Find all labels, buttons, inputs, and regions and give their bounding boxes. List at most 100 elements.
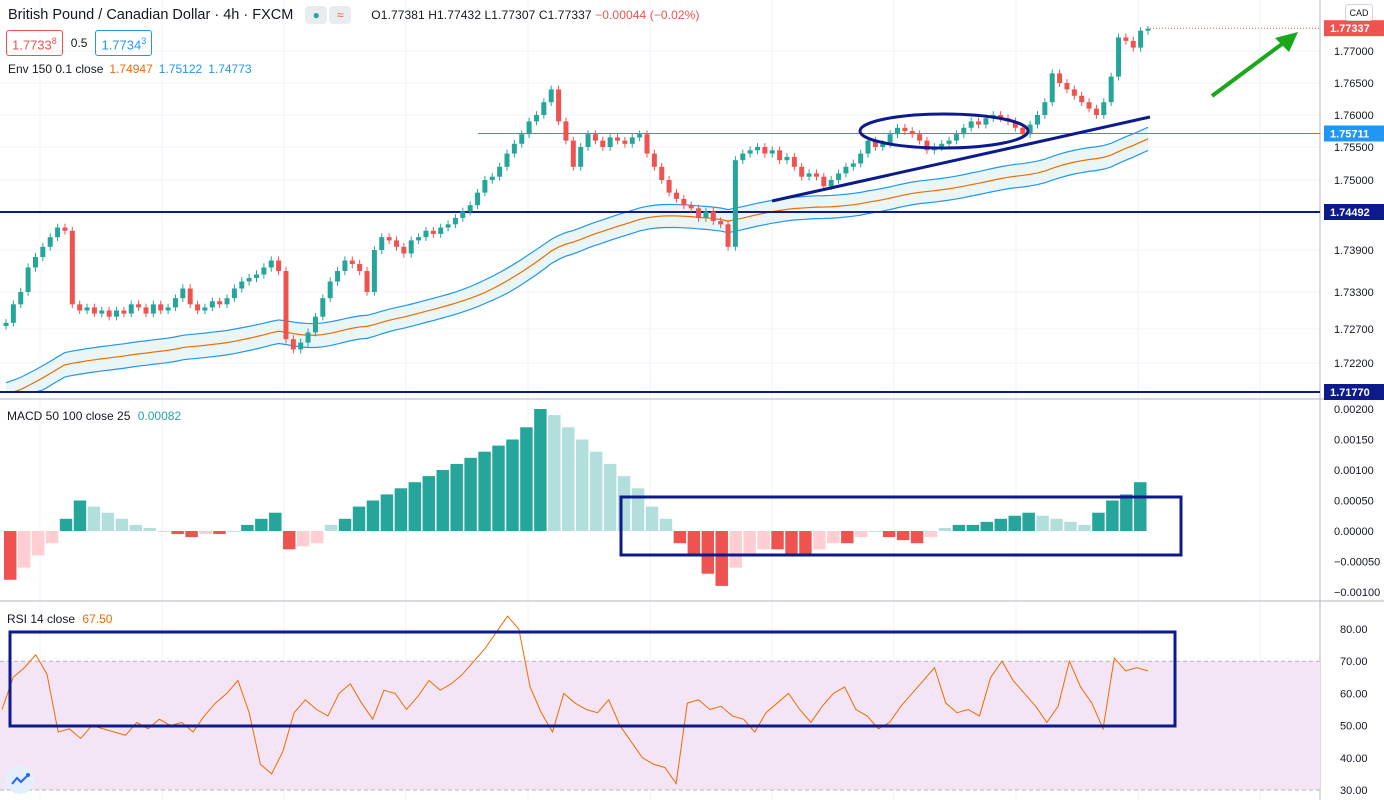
price-axis-tick: 1.77000 xyxy=(1334,46,1374,58)
price-axis-tick: 1.72700 xyxy=(1334,324,1374,336)
candle-body xyxy=(445,224,451,228)
macd-bar xyxy=(548,415,561,531)
macd-bar xyxy=(1092,512,1105,531)
data-feed-icon[interactable]: ≈ xyxy=(329,6,352,24)
candle-body xyxy=(585,134,591,147)
candle-body xyxy=(533,115,539,122)
macd-bar xyxy=(4,531,17,580)
symbol-title[interactable]: British Pound / Canadian Dollar · 4h · F… xyxy=(8,7,293,23)
candle-body xyxy=(762,147,768,154)
macd-value: 0.00082 xyxy=(137,409,182,423)
rsi-value: 67.50 xyxy=(82,612,113,626)
candle-body xyxy=(909,131,915,135)
rsi-legend[interactable]: RSI 14 close 67.50 xyxy=(7,612,112,626)
macd-axis-tick: 0.00200 xyxy=(1334,404,1374,416)
candle-body xyxy=(10,304,16,323)
candle-body xyxy=(106,310,112,317)
chart-canvas[interactable]: 1.77000 1.76500 1.76000 1.75500 1.75000 1.739… xyxy=(0,0,1384,800)
macd-bar xyxy=(255,518,268,531)
candle-body xyxy=(209,301,215,308)
macd-bar xyxy=(45,531,59,544)
candle-body xyxy=(600,140,606,147)
macd-bar xyxy=(394,488,408,531)
macd-bar xyxy=(562,427,575,531)
tradingview-logo-icon[interactable] xyxy=(6,766,34,794)
chart-header: British Pound / Canadian Dollar · 4h · F… xyxy=(0,0,1320,90)
candle-body xyxy=(40,246,46,257)
candle-body xyxy=(592,134,598,141)
candle-body xyxy=(268,260,274,268)
status-dots[interactable]: ● ≈ xyxy=(305,6,352,24)
macd-bar xyxy=(576,439,589,531)
candle-body xyxy=(1034,115,1040,125)
macd-bar xyxy=(701,531,715,574)
candle-body xyxy=(799,166,805,177)
macd-bar xyxy=(841,531,854,544)
candle-body xyxy=(651,153,657,167)
macd-bar xyxy=(1078,524,1091,531)
indicator-legend[interactable]: Env 150 0.1 close 1.74947 1.75122 1.7477… xyxy=(8,62,252,76)
candle-body xyxy=(526,121,532,135)
macd-bar xyxy=(366,500,380,531)
candle-body xyxy=(305,332,311,343)
candle-body xyxy=(747,150,753,154)
candle-body xyxy=(666,180,672,193)
candle-body xyxy=(342,260,348,271)
macd-bar xyxy=(171,531,184,535)
candle-body xyxy=(143,307,149,314)
candle-body xyxy=(806,173,812,177)
rsi-axis-tick: 40.00 xyxy=(1340,753,1368,765)
macd-bar xyxy=(1036,515,1049,531)
macd-bar xyxy=(324,524,338,531)
candle-body xyxy=(740,153,746,161)
candle-body xyxy=(637,134,643,138)
candle-body xyxy=(1042,102,1048,115)
macd-bar xyxy=(59,518,73,531)
candle-body xyxy=(917,134,923,141)
candle-body xyxy=(172,298,178,308)
price-axis-tick: 1.73900 xyxy=(1334,245,1374,257)
candle-body xyxy=(865,140,871,154)
candle-body xyxy=(777,150,783,161)
candle-body xyxy=(3,322,9,326)
candle-body xyxy=(254,274,260,278)
candle-body xyxy=(983,118,989,125)
candle-body xyxy=(755,147,761,151)
candle-body xyxy=(239,281,245,289)
macd-bar xyxy=(101,512,115,531)
buy-button[interactable]: 1.77343 xyxy=(95,30,153,57)
price-label: 1.75711 xyxy=(1330,128,1369,140)
candle-body xyxy=(364,271,370,292)
candle-body xyxy=(615,137,621,141)
rsi-axis-tick: 60.00 xyxy=(1340,688,1368,700)
ohlc-close: C1.77337 xyxy=(538,8,592,22)
candle-body xyxy=(423,230,429,238)
candle-body xyxy=(519,134,525,144)
candle-body xyxy=(62,227,68,231)
rsi-axis-tick: 70.00 xyxy=(1340,656,1368,668)
candle-body xyxy=(69,230,75,305)
macd-bar xyxy=(855,531,868,538)
macd-bar xyxy=(534,409,547,531)
candle-body xyxy=(261,267,267,275)
candle-body xyxy=(47,237,53,247)
macd-legend[interactable]: MACD 50 100 close 25 0.00082 xyxy=(7,409,181,423)
candle-body xyxy=(976,121,982,125)
macd-bar xyxy=(296,531,310,547)
macd-bar xyxy=(269,512,282,531)
price-axis-tick: 1.76000 xyxy=(1334,110,1374,122)
macd-bar xyxy=(938,527,952,531)
macd-bar xyxy=(422,476,435,531)
candle-body xyxy=(607,137,613,147)
macd-bar xyxy=(1106,500,1119,531)
price-axis-tick: 1.76500 xyxy=(1334,78,1374,90)
candle-body xyxy=(283,271,289,340)
macd-bar xyxy=(715,531,728,586)
macd-axis-tick: −0.00050 xyxy=(1334,557,1380,569)
macd-bar xyxy=(1064,521,1077,531)
macd-bar xyxy=(896,531,910,541)
candle-body xyxy=(1071,89,1077,96)
market-status-icon[interactable]: ● xyxy=(305,6,328,24)
currency-button[interactable]: CAD xyxy=(1345,4,1373,21)
sell-button[interactable]: 1.77338 xyxy=(6,30,63,57)
